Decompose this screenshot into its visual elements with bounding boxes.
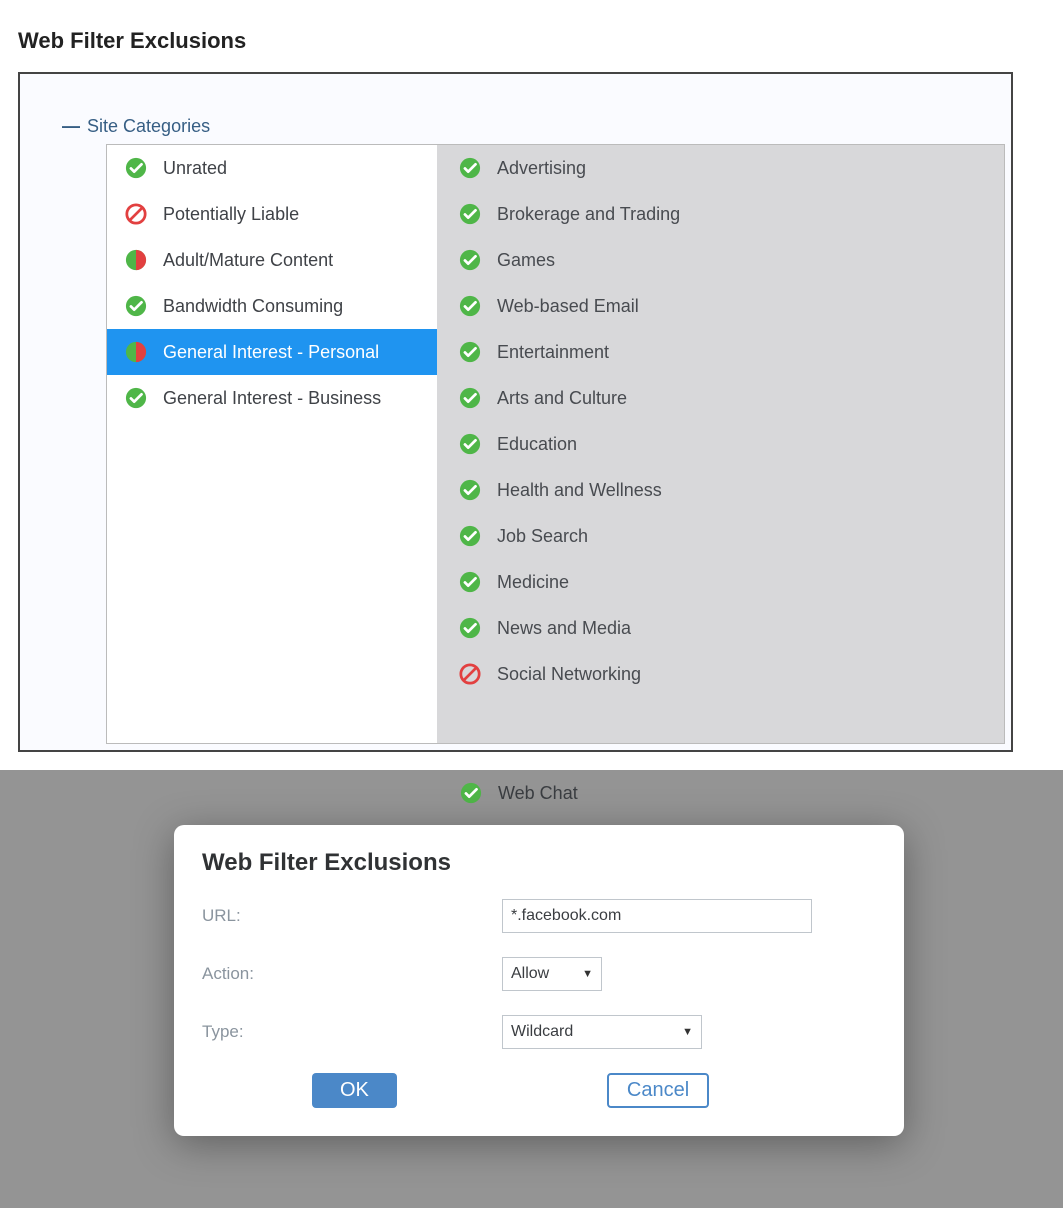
allow-icon [459,157,481,179]
category-left-item[interactable]: Unrated [107,145,437,191]
block-icon [459,663,481,685]
category-right-item[interactable]: Arts and Culture [437,375,1004,421]
url-input[interactable] [502,899,812,933]
category-right-item[interactable]: Games [437,237,1004,283]
category-left-item[interactable]: Adult/Mature Content [107,237,437,283]
allow-icon [460,782,482,804]
category-right-item-label: Medicine [497,572,569,593]
half-icon [125,249,147,271]
category-right-item[interactable]: Social Networking [437,651,1004,697]
allow-icon [459,479,481,501]
category-left-item-label: General Interest - Business [163,388,381,409]
category-right-item[interactable]: Health and Wellness [437,467,1004,513]
category-left-item-label: Bandwidth Consuming [163,296,343,317]
category-left-list: Unrated Potentially Liable Adult/Mature Co… [107,145,437,743]
ok-button[interactable]: OK [312,1073,397,1108]
category-left-item[interactable]: General Interest - Business [107,375,437,421]
allow-icon [125,295,147,317]
allow-icon [459,203,481,225]
category-right-item[interactable]: Job Search [437,513,1004,559]
category-right-item[interactable]: Advertising [437,145,1004,191]
allow-icon [459,571,481,593]
exclusion-dialog: Web Filter Exclusions URL: Action: Allow… [174,825,904,1136]
overlay-bg-item[interactable]: Web Chat [442,770,1063,816]
action-select-value: Allow [511,965,549,983]
category-left-item[interactable]: Potentially Liable [107,191,437,237]
collapse-icon[interactable]: — [60,116,82,137]
allow-icon [459,617,481,639]
category-left-item-label: General Interest - Personal [163,342,379,363]
dialog-title: Web Filter Exclusions [202,849,876,877]
category-left-item[interactable]: Bandwidth Consuming [107,283,437,329]
category-right-item[interactable]: Entertainment [437,329,1004,375]
categories-panel: — Site Categories Unrated Potentially Lia… [18,72,1013,752]
allow-icon [125,387,147,409]
category-right-item[interactable]: Web-based Email [437,283,1004,329]
allow-icon [459,387,481,409]
category-right-item[interactable]: Education [437,421,1004,467]
page-title: Web Filter Exclusions [18,28,246,54]
allow-icon [125,157,147,179]
action-label: Action: [202,964,502,984]
category-right-item-label: Brokerage and Trading [497,204,680,225]
url-label: URL: [202,906,502,926]
category-right-item[interactable]: Brokerage and Trading [437,191,1004,237]
categories-body: Unrated Potentially Liable Adult/Mature Co… [106,144,1005,744]
block-icon [125,203,147,225]
category-left-item-label: Adult/Mature Content [163,250,333,271]
allow-icon [459,341,481,363]
tree-node-label: Site Categories [87,116,210,136]
modal-overlay: Web ChatInstant MessagingContent Servers… [0,770,1063,1208]
overlay-bg-item-label: Web Chat [498,783,578,804]
tree-node-site-categories[interactable]: — Site Categories [60,116,210,137]
category-right-item-label: Education [497,434,577,455]
allow-icon [459,433,481,455]
category-right-item-label: Advertising [497,158,586,179]
allow-icon [459,525,481,547]
category-right-item-label: Games [497,250,555,271]
category-right-item-label: News and Media [497,618,631,639]
allow-icon [459,295,481,317]
half-icon [125,341,147,363]
category-left-item[interactable]: General Interest - Personal [107,329,437,375]
category-right-item-label: Arts and Culture [497,388,627,409]
category-right-item-label: Job Search [497,526,588,547]
category-left-item-label: Potentially Liable [163,204,299,225]
type-label: Type: [202,1022,502,1042]
type-select-value: Wildcard [511,1023,573,1041]
category-right-item[interactable]: Medicine [437,559,1004,605]
category-right-item-label: Web-based Email [497,296,639,317]
category-left-item-label: Unrated [163,158,227,179]
action-select[interactable]: Allow [502,957,602,991]
allow-icon [459,249,481,271]
cancel-button[interactable]: Cancel [607,1073,709,1108]
category-right-item[interactable]: News and Media [437,605,1004,651]
category-right-item-label: Social Networking [497,664,641,685]
type-select[interactable]: Wildcard [502,1015,702,1049]
category-right-item-label: Health and Wellness [497,480,662,501]
category-right-item-label: Entertainment [497,342,609,363]
category-right-list: Advertising Brokerage and Trading Games Web… [437,145,1004,743]
